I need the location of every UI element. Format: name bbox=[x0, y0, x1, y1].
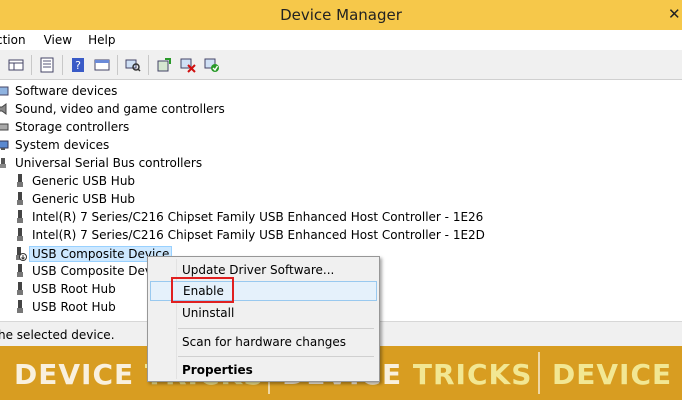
context-menu-separator bbox=[178, 356, 374, 357]
scan-hardware-icon bbox=[125, 59, 141, 72]
menu-properties[interactable]: Properties bbox=[150, 360, 377, 380]
usb-disabled-icon bbox=[13, 247, 27, 261]
usb-plug-icon bbox=[13, 282, 27, 296]
tb-help-button[interactable]: ? bbox=[68, 55, 88, 75]
update-driver-icon bbox=[157, 57, 171, 71]
toolbar-separator bbox=[148, 54, 149, 75]
tree-item-generic-usb-hub-1[interactable]: Generic USB Hub bbox=[13, 172, 135, 190]
toolbar-separator bbox=[117, 54, 118, 75]
tb-list-button[interactable] bbox=[37, 55, 57, 75]
menu-view[interactable]: View bbox=[44, 33, 88, 47]
storage-icon bbox=[0, 120, 10, 134]
help-icon: ? bbox=[72, 57, 84, 72]
system-devices-icon bbox=[0, 138, 10, 152]
close-icon: ✕ bbox=[668, 5, 681, 23]
tree-item-software-devices[interactable]: Software devices bbox=[0, 82, 117, 100]
view-icon bbox=[8, 59, 24, 70]
usb-plug-icon bbox=[13, 228, 27, 242]
sound-icon bbox=[0, 102, 10, 116]
tree-item-usb-controllers[interactable]: Universal Serial Bus controllers bbox=[0, 154, 202, 172]
usb-plug-icon bbox=[13, 174, 27, 188]
window-title: Device Manager bbox=[280, 6, 402, 24]
title-bar: Device Manager ✕ bbox=[0, 0, 682, 30]
status-text: he selected device. bbox=[0, 327, 115, 342]
tb-view-button[interactable] bbox=[92, 55, 112, 75]
context-menu-separator bbox=[178, 328, 374, 329]
tree-item-usb-root-hub-1[interactable]: USB Root Hub bbox=[13, 280, 116, 298]
banner-divider bbox=[538, 352, 540, 394]
menu-uninstall[interactable]: Uninstall bbox=[150, 303, 377, 323]
menu-action[interactable]: ction bbox=[0, 33, 44, 47]
close-button[interactable]: ✕ bbox=[668, 0, 682, 28]
tree-item-system-devices[interactable]: System devices bbox=[0, 136, 109, 154]
tree-item-host-controller-1e2d[interactable]: Intel(R) 7 Series/C216 Chipset Family US… bbox=[13, 226, 485, 244]
toolbar-separator bbox=[62, 54, 63, 75]
toolbar: ? bbox=[0, 50, 682, 80]
tree-item-storage[interactable]: Storage controllers bbox=[0, 118, 129, 136]
properties-icon bbox=[40, 57, 54, 72]
tb-enable-button[interactable] bbox=[202, 55, 222, 75]
menu-help[interactable]: Help bbox=[88, 33, 127, 47]
tree-item-usb-composite-device[interactable]: USB Composite Device bbox=[13, 262, 169, 280]
tb-uninstall-button[interactable] bbox=[178, 55, 198, 75]
view-icon bbox=[94, 59, 110, 70]
context-menu: Update Driver Software... Enable Uninsta… bbox=[147, 256, 380, 382]
watermark-text: DEVICE bbox=[552, 358, 673, 391]
tb-grid-button[interactable] bbox=[6, 55, 26, 75]
usb-plug-icon bbox=[13, 300, 27, 314]
tree-item-host-controller-1e26[interactable]: Intel(R) 7 Series/C216 Chipset Family US… bbox=[13, 208, 483, 226]
usb-plug-icon bbox=[13, 192, 27, 206]
software-devices-icon bbox=[0, 84, 10, 98]
tree-item-usb-root-hub-2[interactable]: USB Root Hub bbox=[13, 298, 116, 316]
usb-controller-icon bbox=[0, 156, 10, 170]
usb-plug-icon bbox=[13, 264, 27, 278]
tree-item-sound[interactable]: Sound, video and game controllers bbox=[0, 100, 225, 118]
tb-update-driver-button[interactable] bbox=[154, 55, 174, 75]
toolbar-separator bbox=[31, 54, 32, 75]
annotation-highlight-box bbox=[171, 277, 234, 303]
enable-device-icon bbox=[204, 58, 219, 72]
menu-bar: ction View Help bbox=[0, 30, 682, 50]
uninstall-icon bbox=[180, 58, 196, 73]
tb-scan-button[interactable] bbox=[123, 55, 143, 75]
svg-text:?: ? bbox=[75, 59, 81, 72]
menu-scan-hardware[interactable]: Scan for hardware changes bbox=[150, 332, 377, 352]
usb-plug-icon bbox=[13, 210, 27, 224]
tree-item-generic-usb-hub-2[interactable]: Generic USB Hub bbox=[13, 190, 135, 208]
